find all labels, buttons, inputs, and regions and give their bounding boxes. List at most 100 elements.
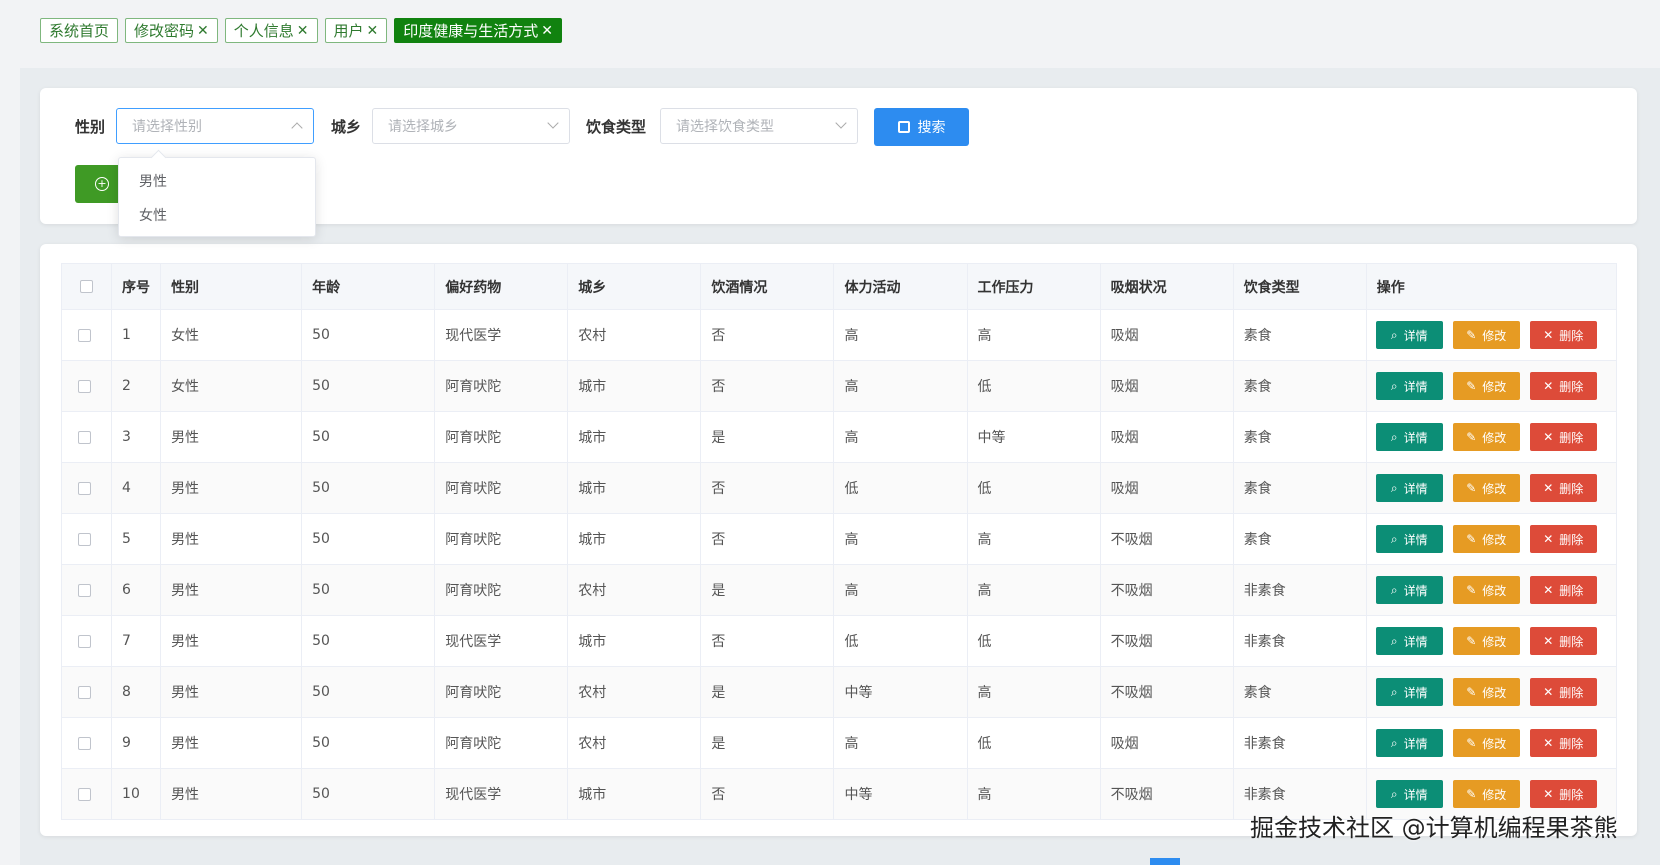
row-checkbox[interactable] xyxy=(60,717,113,769)
delete-button[interactable]: ✕ 删除 xyxy=(1529,372,1597,400)
edit-button[interactable]: ✎ 修改 xyxy=(1452,525,1520,553)
table-cell: 低 xyxy=(833,615,968,667)
table-cell: 非素食 xyxy=(1232,717,1367,769)
table-cell: 素食 xyxy=(1232,411,1367,463)
delete-button[interactable]: ✕ 删除 xyxy=(1529,780,1597,808)
table-cell: 男性 xyxy=(160,462,303,514)
edit-button[interactable]: ✎ 修改 xyxy=(1452,780,1520,808)
table-cell: 高 xyxy=(833,717,968,769)
close-icon[interactable]: ✕ xyxy=(367,24,379,38)
search-button-label: 搜索 xyxy=(917,120,946,136)
column-header: 序号 xyxy=(111,263,162,310)
table-cell: 男性 xyxy=(160,666,303,718)
table-row: 1 女性 50 现代医学 农村否高高吸烟 素食 ⌕ 详情 ✎ 修改 ✕ 删除 xyxy=(60,309,1618,361)
detail-button[interactable]: ⌕ 详情 xyxy=(1375,576,1443,604)
search-icon: ⌕ xyxy=(1390,378,1398,393)
close-icon[interactable]: ✕ xyxy=(197,24,209,38)
table-row: 7 男性 50 现代医学 城市否低低不吸烟 非素食 ⌕ 详情 ✎ 修改 ✕ 删除 xyxy=(60,615,1618,667)
edit-button-label: 修改 xyxy=(1482,379,1507,394)
search-icon: ⌕ xyxy=(1390,684,1398,699)
search-button[interactable]: 搜索 xyxy=(874,108,969,146)
table-cell: 阿育吠陀 xyxy=(434,717,569,769)
table-cell: 女性 xyxy=(160,309,303,361)
edit-icon: ✎ xyxy=(1466,583,1477,597)
edit-button[interactable]: ✎ 修改 xyxy=(1452,729,1520,757)
row-actions: ⌕ 详情 ✎ 修改 ✕ 删除 xyxy=(1365,309,1618,361)
delete-button[interactable]: ✕ 删除 xyxy=(1529,729,1597,757)
gender-option-female[interactable]: 女性 xyxy=(119,199,315,233)
gender-dropdown: 男性 女性 xyxy=(118,157,316,237)
table-cell: 现代医学 xyxy=(434,768,569,820)
edit-icon: ✎ xyxy=(1466,787,1477,801)
table-cell: 农村 xyxy=(567,717,702,769)
detail-button[interactable]: ⌕ 详情 xyxy=(1375,729,1443,757)
table-cell: 高 xyxy=(966,564,1101,616)
tab-bar: 系统首页 修改密码 ✕ 个人信息 ✕ 用户 ✕ 印度健康与生活方式 ✕ xyxy=(40,18,563,43)
delete-button[interactable]: ✕ 删除 xyxy=(1529,627,1597,655)
edit-button[interactable]: ✎ 修改 xyxy=(1452,321,1520,349)
diet-placeholder: 请选择饮食类型 xyxy=(676,119,774,135)
close-icon[interactable]: ✕ xyxy=(541,24,553,38)
delete-button[interactable]: ✕ 删除 xyxy=(1529,678,1597,706)
edit-button[interactable]: ✎ 修改 xyxy=(1452,474,1520,502)
row-checkbox[interactable] xyxy=(60,411,113,463)
row-checkbox[interactable] xyxy=(60,615,113,667)
edit-button[interactable]: ✎ 修改 xyxy=(1452,423,1520,451)
edit-button[interactable]: ✎ 修改 xyxy=(1452,627,1520,655)
pagination-current-page[interactable] xyxy=(1150,858,1180,865)
tab-2[interactable]: 个人信息 ✕ xyxy=(224,18,318,43)
detail-button[interactable]: ⌕ 详情 xyxy=(1375,780,1443,808)
tab-0[interactable]: 系统首页 xyxy=(40,18,119,43)
edit-icon: ✎ xyxy=(1466,634,1477,648)
add-button[interactable]: + xyxy=(75,165,119,203)
close-icon[interactable]: ✕ xyxy=(297,24,309,38)
region-select[interactable]: 请选择城乡 xyxy=(372,108,570,144)
search-icon: ⌕ xyxy=(1390,735,1398,750)
detail-button[interactable]: ⌕ 详情 xyxy=(1375,321,1443,349)
row-actions: ⌕ 详情 ✎ 修改 ✕ 删除 xyxy=(1365,666,1618,718)
diet-select[interactable]: 请选择饮食类型 xyxy=(660,108,858,144)
detail-button[interactable]: ⌕ 详情 xyxy=(1375,423,1443,451)
row-checkbox[interactable] xyxy=(60,768,113,820)
delete-button[interactable]: ✕ 删除 xyxy=(1529,576,1597,604)
table-header-row: 序号 性别 年龄 偏好药物 城乡 饮酒情况 体力活动 工作压力 吸烟状况 饮食类型 操作 xyxy=(60,263,1618,310)
select-all-checkbox[interactable] xyxy=(60,263,113,310)
edit-button[interactable]: ✎ 修改 xyxy=(1452,678,1520,706)
close-icon: ✕ xyxy=(1543,532,1554,546)
delete-button[interactable]: ✕ 删除 xyxy=(1529,474,1597,502)
row-checkbox[interactable] xyxy=(60,309,113,361)
table-cell: 现代医学 xyxy=(434,309,569,361)
tab-1[interactable]: 修改密码 ✕ xyxy=(125,18,218,43)
row-checkbox[interactable] xyxy=(60,564,113,616)
search-icon: ⌕ xyxy=(1390,582,1398,597)
row-actions: ⌕ 详情 ✎ 修改 ✕ 删除 xyxy=(1365,513,1618,565)
detail-button[interactable]: ⌕ 详情 xyxy=(1375,372,1443,400)
detail-button-label: 详情 xyxy=(1403,430,1428,445)
row-checkbox[interactable] xyxy=(60,666,113,718)
edit-button-label: 修改 xyxy=(1482,430,1507,445)
detail-button[interactable]: ⌕ 详情 xyxy=(1375,627,1443,655)
table-cell: 城市 xyxy=(567,411,702,463)
table-cell: 城市 xyxy=(567,360,702,412)
delete-button[interactable]: ✕ 删除 xyxy=(1529,423,1597,451)
edit-button-label: 修改 xyxy=(1482,736,1507,751)
row-checkbox[interactable] xyxy=(60,513,113,565)
table-cell: 阿育吠陀 xyxy=(434,666,569,718)
detail-button-label: 详情 xyxy=(1403,736,1428,751)
delete-button[interactable]: ✕ 删除 xyxy=(1529,321,1597,349)
gender-option-male[interactable]: 男性 xyxy=(119,165,315,199)
row-checkbox[interactable] xyxy=(60,462,113,514)
edit-button[interactable]: ✎ 修改 xyxy=(1452,372,1520,400)
detail-button[interactable]: ⌕ 详情 xyxy=(1375,525,1443,553)
tab-4[interactable]: 印度健康与生活方式 ✕ xyxy=(394,18,563,43)
tab-3[interactable]: 用户 ✕ xyxy=(324,18,388,43)
edit-button[interactable]: ✎ 修改 xyxy=(1452,576,1520,604)
row-checkbox[interactable] xyxy=(60,360,113,412)
detail-button[interactable]: ⌕ 详情 xyxy=(1375,678,1443,706)
gender-select[interactable]: 请选择性别 xyxy=(116,108,314,144)
table-cell: 50 xyxy=(301,564,436,616)
delete-button[interactable]: ✕ 删除 xyxy=(1529,525,1597,553)
edit-icon: ✎ xyxy=(1466,328,1477,342)
table-cell: 1 xyxy=(111,309,162,361)
detail-button[interactable]: ⌕ 详情 xyxy=(1375,474,1443,502)
